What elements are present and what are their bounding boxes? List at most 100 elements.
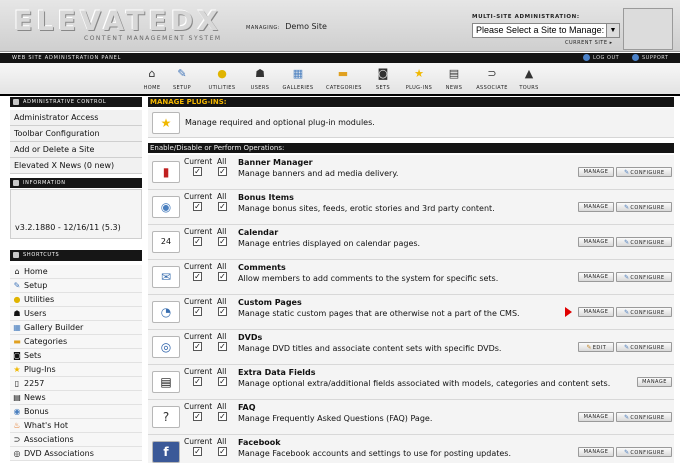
all-checkbox[interactable]: ✓ xyxy=(218,447,227,456)
logout-link[interactable]: LOG OUT xyxy=(583,54,619,61)
chevron-down-icon[interactable]: ▼ xyxy=(606,24,619,37)
shortcut-sets[interactable]: ◙ Sets xyxy=(10,349,142,363)
all-checkbox[interactable]: ✓ xyxy=(218,342,227,351)
shortcut-bonus[interactable]: ◉ Bonus xyxy=(10,405,142,419)
plugin-row-custom-pages: ◔ Current All ✓ ✓ Custom Pages Manage st… xyxy=(148,295,674,330)
current-checkbox[interactable]: ✓ xyxy=(193,167,202,176)
shortcut-utilities[interactable]: ● Utilities xyxy=(10,293,142,307)
all-checkbox[interactable]: ✓ xyxy=(218,237,227,246)
plugin-title: FAQ xyxy=(238,403,256,412)
admin-panel-bar: WEB SITE ADMINISTRATION PANEL LOG OUT SU… xyxy=(0,53,680,63)
all-checkbox[interactable]: ✓ xyxy=(218,202,227,211)
current-checkbox[interactable]: ✓ xyxy=(193,307,202,316)
operations-header: Enable/Disable or Perform Operations: xyxy=(148,143,674,153)
manage-button[interactable]: MANAGE xyxy=(578,412,614,422)
nav-associate[interactable]: ⊃ ASSOCIATE xyxy=(476,66,508,94)
plugin-title: Bonus Items xyxy=(238,193,294,202)
current-checkbox[interactable]: ✓ xyxy=(193,237,202,246)
all-checkbox[interactable]: ✓ xyxy=(218,167,227,176)
current-checkbox[interactable]: ✓ xyxy=(193,447,202,456)
site-select-value: Please Select a Site to Manage: xyxy=(476,25,605,35)
plugin-title: Custom Pages xyxy=(238,298,302,307)
configure-button[interactable]: ✎CONFIGURE xyxy=(616,237,672,247)
all-checkbox[interactable]: ✓ xyxy=(218,307,227,316)
manage-button[interactable]: MANAGE xyxy=(578,307,614,317)
configure-button[interactable]: ✎CONFIGURE xyxy=(616,307,672,317)
news-icon: ▤ xyxy=(448,67,460,80)
support-link[interactable]: SUPPORT xyxy=(632,54,668,61)
gallery-icon: ▦ xyxy=(292,67,304,80)
sidebar-link-news[interactable]: Elevated X News (0 new) xyxy=(10,158,142,174)
manage-button[interactable]: MANAGE xyxy=(578,447,614,457)
manage-button[interactable]: MANAGE xyxy=(578,167,614,177)
all-checkbox[interactable]: ✓ xyxy=(218,377,227,386)
plugin-desc: Manage static custom pages that are othe… xyxy=(238,309,520,318)
configure-button[interactable]: ✎CONFIGURE xyxy=(616,342,672,352)
manage-button[interactable]: MANAGE xyxy=(578,272,614,282)
manage-button[interactable]: MANAGE xyxy=(637,377,672,387)
shortcut-whats-hot[interactable]: ♨ What's Hot xyxy=(10,419,142,433)
shortcut-gallery-builder[interactable]: ▦ Gallery Builder xyxy=(10,321,142,335)
sidebar-link-add-delete-site[interactable]: Add or Delete a Site xyxy=(10,142,142,158)
configure-button[interactable]: ✎CONFIGURE xyxy=(616,447,672,457)
nav-setup[interactable]: ✎ SETUP xyxy=(171,66,193,94)
admin-panel-title: WEB SITE ADMINISTRATION PANEL xyxy=(12,55,122,61)
current-checkbox[interactable]: ✓ xyxy=(193,342,202,351)
edit-button[interactable]: ✎EDIT xyxy=(578,342,614,352)
sidebar-link-toolbar-config[interactable]: Toolbar Configuration xyxy=(10,126,142,142)
plugin-row-comments: ✉ Current All ✓ ✓ Comments Allow members… xyxy=(148,260,674,295)
pencil-icon: ✎ xyxy=(586,344,592,351)
star-icon: ★ xyxy=(414,67,424,80)
nav-plugins[interactable]: ★ PLUG-INS xyxy=(404,66,434,94)
configure-button[interactable]: ✎CONFIGURE xyxy=(616,202,672,212)
shortcut-2257[interactable]: ▯ 2257 xyxy=(10,377,142,391)
banner-icon: ▮ xyxy=(152,161,180,183)
current-checkbox[interactable]: ✓ xyxy=(193,377,202,386)
shortcut-news[interactable]: ▤ News xyxy=(10,391,142,405)
nav-tours[interactable]: ▲ TOURS xyxy=(519,66,539,94)
plugin-desc: Allow members to add comments to the sys… xyxy=(238,274,499,283)
all-checkbox[interactable]: ✓ xyxy=(218,412,227,421)
nav-galleries[interactable]: ▦ GALLERIES xyxy=(282,66,314,94)
nav-users[interactable]: ☗ USERS xyxy=(250,66,270,94)
cone-icon: ▲ xyxy=(524,67,534,80)
shortcut-associations[interactable]: ⊃ Associations xyxy=(10,433,142,447)
site-select[interactable]: Please Select a Site to Manage: ▼ xyxy=(472,23,620,38)
shortcut-users[interactable]: ☗ Users xyxy=(10,307,142,321)
logo[interactable]: ELEVATEDX CONTENT MANAGEMENT SYSTEM xyxy=(14,8,239,44)
all-checkbox[interactable]: ✓ xyxy=(218,272,227,281)
plugin-row-faq: ? Current All ✓ ✓ FAQ Manage Frequently … xyxy=(148,400,674,435)
plugin-title: Comments xyxy=(238,263,286,272)
current-checkbox[interactable]: ✓ xyxy=(193,272,202,281)
nav-sets[interactable]: ◙ SETS xyxy=(374,66,392,94)
shortcut-home[interactable]: ⌂ Home xyxy=(10,265,142,279)
current-checkbox[interactable]: ✓ xyxy=(193,412,202,421)
home-icon: ⌂ xyxy=(14,267,20,276)
paperclip-icon: ⊃ xyxy=(487,67,497,80)
plugin-title: Banner Manager xyxy=(238,158,313,167)
shortcut-categories[interactable]: ▬ Categories xyxy=(10,335,142,349)
sidebar-link-admin-access[interactable]: Administrator Access xyxy=(10,110,142,126)
configure-button[interactable]: ✎CONFIGURE xyxy=(616,412,672,422)
wrench-icon: ✎ xyxy=(13,281,21,290)
manage-button[interactable]: MANAGE xyxy=(578,202,614,212)
configure-button[interactable]: ✎CONFIGURE xyxy=(616,272,672,282)
configure-button[interactable]: ✎CONFIGURE xyxy=(616,167,672,177)
plugin-row-facebook: f Current All ✓ ✓ Facebook Manage Facebo… xyxy=(148,435,674,463)
manage-plugins-desc: Manage required and optional plug-in mod… xyxy=(185,118,375,127)
shortcut-plugins[interactable]: ★ Plug-Ins xyxy=(10,363,142,377)
comments-icon: ✉ xyxy=(152,266,180,288)
lightbulb-icon: ● xyxy=(13,295,21,304)
shortcut-dvd-associations[interactable]: ◎ DVD Associations xyxy=(10,447,142,461)
nav-categories[interactable]: ▬ CATEGORIES xyxy=(326,66,361,94)
multisite-label: MULTI-SITE ADMINISTRATION: xyxy=(472,14,580,20)
main-nav: ⌂ HOME ✎ SETUP ● UTILITIES ☗ USERS ▦ GAL… xyxy=(0,63,680,96)
manage-plugins-header: MANAGE PLUG-INS: xyxy=(148,97,674,107)
nav-news[interactable]: ▤ NEWS xyxy=(445,66,463,94)
nav-home[interactable]: ⌂ HOME xyxy=(142,66,162,94)
plugin-desc: Manage banners and ad media delivery. xyxy=(238,169,399,178)
current-checkbox[interactable]: ✓ xyxy=(193,202,202,211)
manage-button[interactable]: MANAGE xyxy=(578,237,614,247)
nav-utilities[interactable]: ● UTILITIES xyxy=(206,66,238,94)
shortcut-setup[interactable]: ✎ Setup xyxy=(10,279,142,293)
